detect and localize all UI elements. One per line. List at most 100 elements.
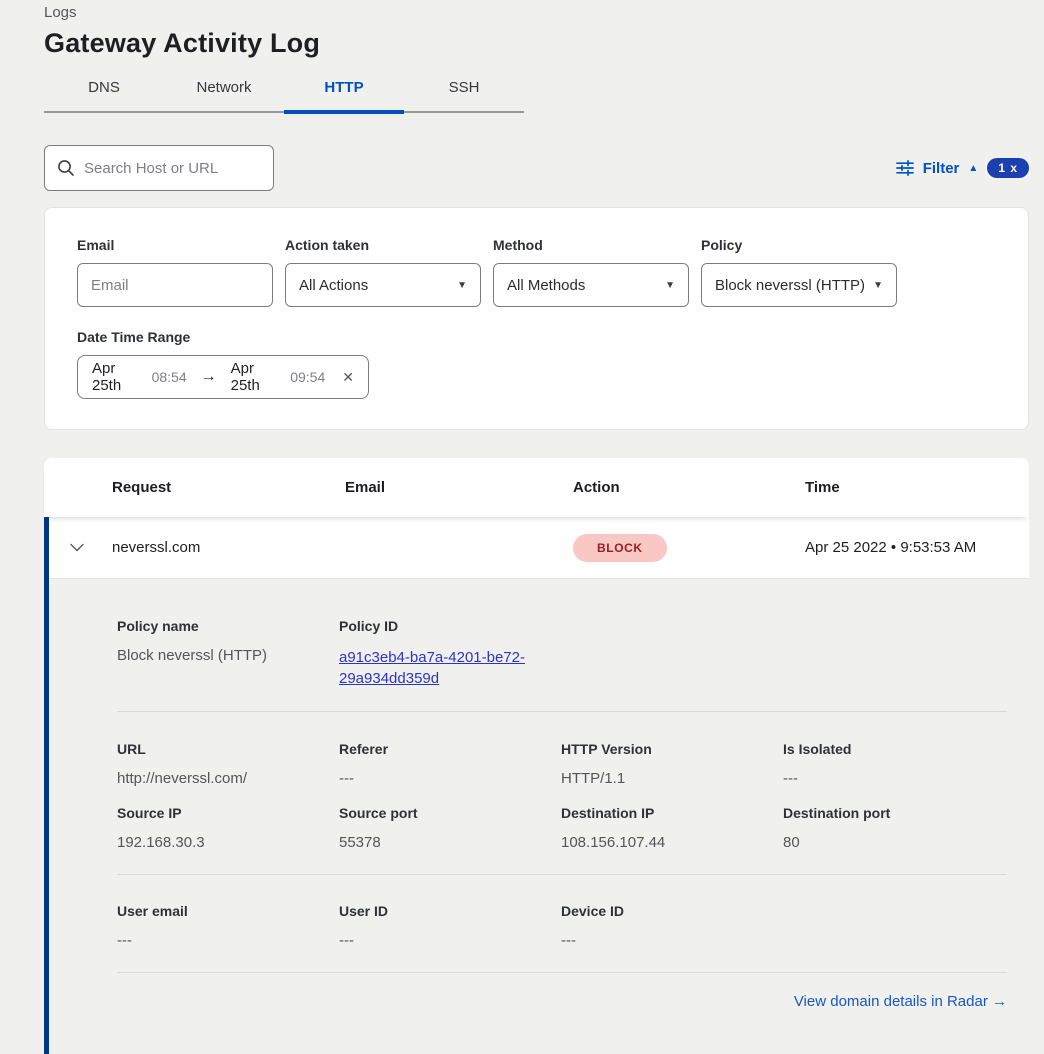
source-ip-label: Source IP — [117, 804, 339, 822]
http-version-label: HTTP Version — [561, 740, 783, 758]
toolbar: Filter ▲ 1 x — [44, 145, 1029, 191]
row-expand-toggle[interactable] — [49, 543, 112, 552]
method-filter-field: Method All Methods ▼ — [493, 237, 689, 307]
action-select-value: All Actions — [299, 277, 368, 294]
chevron-down-icon: ▼ — [665, 280, 675, 291]
date-range-field: Date Time Range Apr 25th 08:54 → Apr 25t… — [77, 329, 996, 399]
filter-toggle[interactable]: Filter — [923, 160, 960, 177]
destination-port-value: 80 — [783, 834, 1005, 852]
tab-dns[interactable]: DNS — [44, 79, 164, 111]
expanded-row-region: neverssl.com BLOCK Apr 25 2022 • 9:53:53… — [44, 517, 1029, 1054]
policy-filter-field: Policy Block neverssl (HTTP) ▼ — [701, 237, 897, 307]
source-port-label: Source port — [339, 804, 561, 822]
end-time: 09:54 — [290, 369, 325, 385]
user-id-cell: User ID --- — [339, 902, 561, 950]
tab-http[interactable]: HTTP — [284, 79, 404, 111]
policy-name-value: Block neverssl (HTTP) — [117, 647, 339, 665]
user-email-value: --- — [117, 932, 339, 950]
email-filter-field: Email — [77, 237, 273, 307]
url-value: http://neverssl.com/ — [117, 770, 339, 788]
destination-ip-cell: Destination IP 108.156.107.44 — [561, 804, 783, 852]
chevron-down-icon: ▼ — [457, 280, 467, 291]
referer-cell: Referer --- — [339, 740, 561, 788]
chevron-down-icon — [70, 543, 84, 552]
device-id-cell: Device ID --- — [561, 902, 783, 950]
tab-network[interactable]: Network — [164, 79, 284, 111]
search-box[interactable] — [44, 145, 274, 191]
column-header-email: Email — [345, 479, 573, 496]
action-select[interactable]: All Actions ▼ — [285, 263, 481, 307]
is-isolated-label: Is Isolated — [783, 740, 1005, 758]
activity-log-table: Request Email Action Time neverssl.com B… — [44, 458, 1029, 1054]
details-divider — [117, 874, 1007, 875]
filter-sliders-icon — [896, 160, 914, 176]
user-email-label: User email — [117, 902, 339, 920]
source-port-cell: Source port 55378 — [339, 804, 561, 852]
http-version-cell: HTTP Version HTTP/1.1 — [561, 740, 783, 788]
filter-panel: Email Action taken All Actions ▼ Method … — [44, 207, 1029, 430]
method-select-value: All Methods — [507, 277, 585, 294]
start-time: 08:54 — [152, 369, 187, 385]
date-range-label: Date Time Range — [77, 329, 996, 345]
destination-port-label: Destination port — [783, 804, 1005, 822]
date-range-picker[interactable]: Apr 25th 08:54 → Apr 25th 09:54 ✕ — [77, 355, 369, 399]
start-date: Apr 25th — [92, 360, 141, 394]
method-select[interactable]: All Methods ▼ — [493, 263, 689, 307]
row-details-panel: Policy name Block neverssl (HTTP) Policy… — [49, 579, 1029, 1054]
filter-controls: Filter ▲ 1 x — [896, 158, 1029, 178]
tab-ssh[interactable]: SSH — [404, 79, 524, 111]
chevron-down-icon: ▼ — [873, 280, 883, 291]
is-isolated-value: --- — [783, 770, 1005, 788]
table-row[interactable]: neverssl.com BLOCK Apr 25 2022 • 9:53:53… — [49, 517, 1029, 579]
arrow-right-icon: → — [201, 368, 217, 386]
clear-date-range-icon[interactable]: ✕ — [342, 369, 354, 386]
details-divider — [117, 711, 1007, 712]
block-action-badge: BLOCK — [573, 534, 667, 562]
gateway-activity-log-page: Logs Gateway Activity Log DNS Network HT… — [44, 0, 1029, 1054]
source-port-value: 55378 — [339, 834, 561, 852]
policy-select[interactable]: Block neverssl (HTTP) ▼ — [701, 263, 897, 307]
column-header-time: Time — [805, 479, 1029, 496]
is-isolated-cell: Is Isolated --- — [783, 740, 1005, 788]
column-header-action: Action — [573, 479, 805, 496]
referer-label: Referer — [339, 740, 561, 758]
page-title: Gateway Activity Log — [44, 28, 1029, 59]
policy-name-cell: Policy name Block neverssl (HTTP) — [117, 617, 339, 689]
source-ip-value: 192.168.30.3 — [117, 834, 339, 852]
end-date: Apr 25th — [231, 360, 280, 394]
device-id-label: Device ID — [561, 902, 783, 920]
filter-count-badge[interactable]: 1 x — [987, 158, 1029, 178]
url-label: URL — [117, 740, 339, 758]
table-header-row: Request Email Action Time — [44, 458, 1029, 517]
destination-port-cell: Destination port 80 — [783, 804, 1005, 852]
view-radar-link[interactable]: View domain details in Radar → — [794, 993, 1007, 1010]
user-email-cell: User email --- — [117, 902, 339, 950]
collapse-triangle-icon[interactable]: ▲ — [968, 163, 978, 174]
action-filter-field: Action taken All Actions ▼ — [285, 237, 481, 307]
policy-name-label: Policy name — [117, 617, 339, 635]
referer-value: --- — [339, 770, 561, 788]
email-filter-input[interactable] — [77, 263, 273, 307]
policy-filter-label: Policy — [701, 237, 897, 253]
destination-ip-label: Destination IP — [561, 804, 783, 822]
method-filter-label: Method — [493, 237, 689, 253]
http-version-value: HTTP/1.1 — [561, 770, 783, 788]
row-time: Apr 25 2022 • 9:53:53 AM — [805, 539, 1029, 556]
details-divider — [117, 972, 1007, 973]
source-ip-cell: Source IP 192.168.30.3 — [117, 804, 339, 852]
destination-ip-value: 108.156.107.44 — [561, 834, 783, 852]
url-cell: URL http://neverssl.com/ — [117, 740, 339, 788]
policy-id-cell: Policy ID a91c3eb4-ba7a-4201-be72-29a934… — [339, 617, 561, 689]
column-header-request: Request — [112, 479, 345, 496]
breadcrumb[interactable]: Logs — [44, 4, 1029, 21]
user-id-value: --- — [339, 932, 561, 950]
email-filter-label: Email — [77, 237, 273, 253]
policy-id-link[interactable]: a91c3eb4-ba7a-4201-be72-29a934dd359d — [339, 647, 544, 689]
search-input[interactable] — [84, 160, 283, 177]
tab-bar: DNS Network HTTP SSH — [44, 79, 524, 113]
row-request: neverssl.com — [112, 539, 345, 556]
search-icon — [57, 159, 75, 177]
policy-select-value: Block neverssl (HTTP) — [715, 277, 865, 294]
row-action: BLOCK — [573, 534, 805, 562]
device-id-value: --- — [561, 932, 783, 950]
